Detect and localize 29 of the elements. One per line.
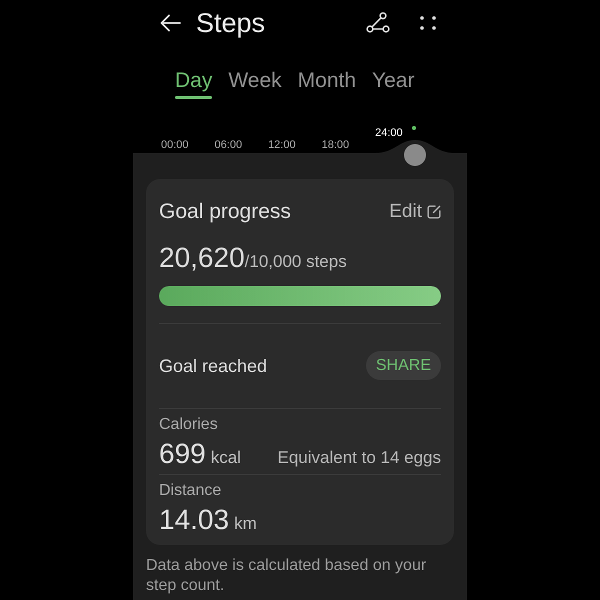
route-icon[interactable]	[366, 12, 390, 33]
steps-goal: /10,000 steps	[244, 252, 347, 272]
time-tick-label: 12:00	[268, 139, 296, 151]
footnote-text: Data above is calculated based on your step count.	[146, 556, 428, 596]
dot-icon	[412, 126, 416, 130]
back-icon[interactable]	[160, 14, 181, 32]
more-icon[interactable]	[420, 16, 436, 30]
time-tick-label: 06:00	[214, 139, 242, 151]
share-button[interactable]: SHARE	[366, 351, 441, 380]
edit-icon	[427, 205, 441, 219]
current-time-label: 24:00	[375, 127, 403, 140]
period-tab[interactable]: Year	[372, 69, 414, 99]
metric-value: 14.03	[159, 504, 230, 536]
period-tab[interactable]: Week	[228, 69, 282, 99]
time-tick-label: 18:00	[322, 139, 350, 151]
period-tab[interactable]: Month	[298, 69, 356, 99]
metric-label: Calories	[159, 415, 219, 435]
metric-label: Distance	[159, 481, 222, 501]
period-tab[interactable]: Day	[175, 69, 212, 99]
metric-unit: km	[234, 514, 257, 534]
time-tick-label: 00:00	[161, 139, 189, 151]
metric-value: 699	[159, 438, 206, 470]
edit-button[interactable]: Edit	[389, 200, 441, 224]
page-title: Steps	[196, 6, 266, 38]
metric-unit: kcal	[210, 448, 241, 468]
metric-note: Equivalent to 14 eggs	[277, 448, 441, 468]
steps-count: 20,620	[159, 241, 245, 275]
card-title: Goal progress	[159, 199, 291, 225]
goal-status-text: Goal reached	[159, 354, 268, 376]
